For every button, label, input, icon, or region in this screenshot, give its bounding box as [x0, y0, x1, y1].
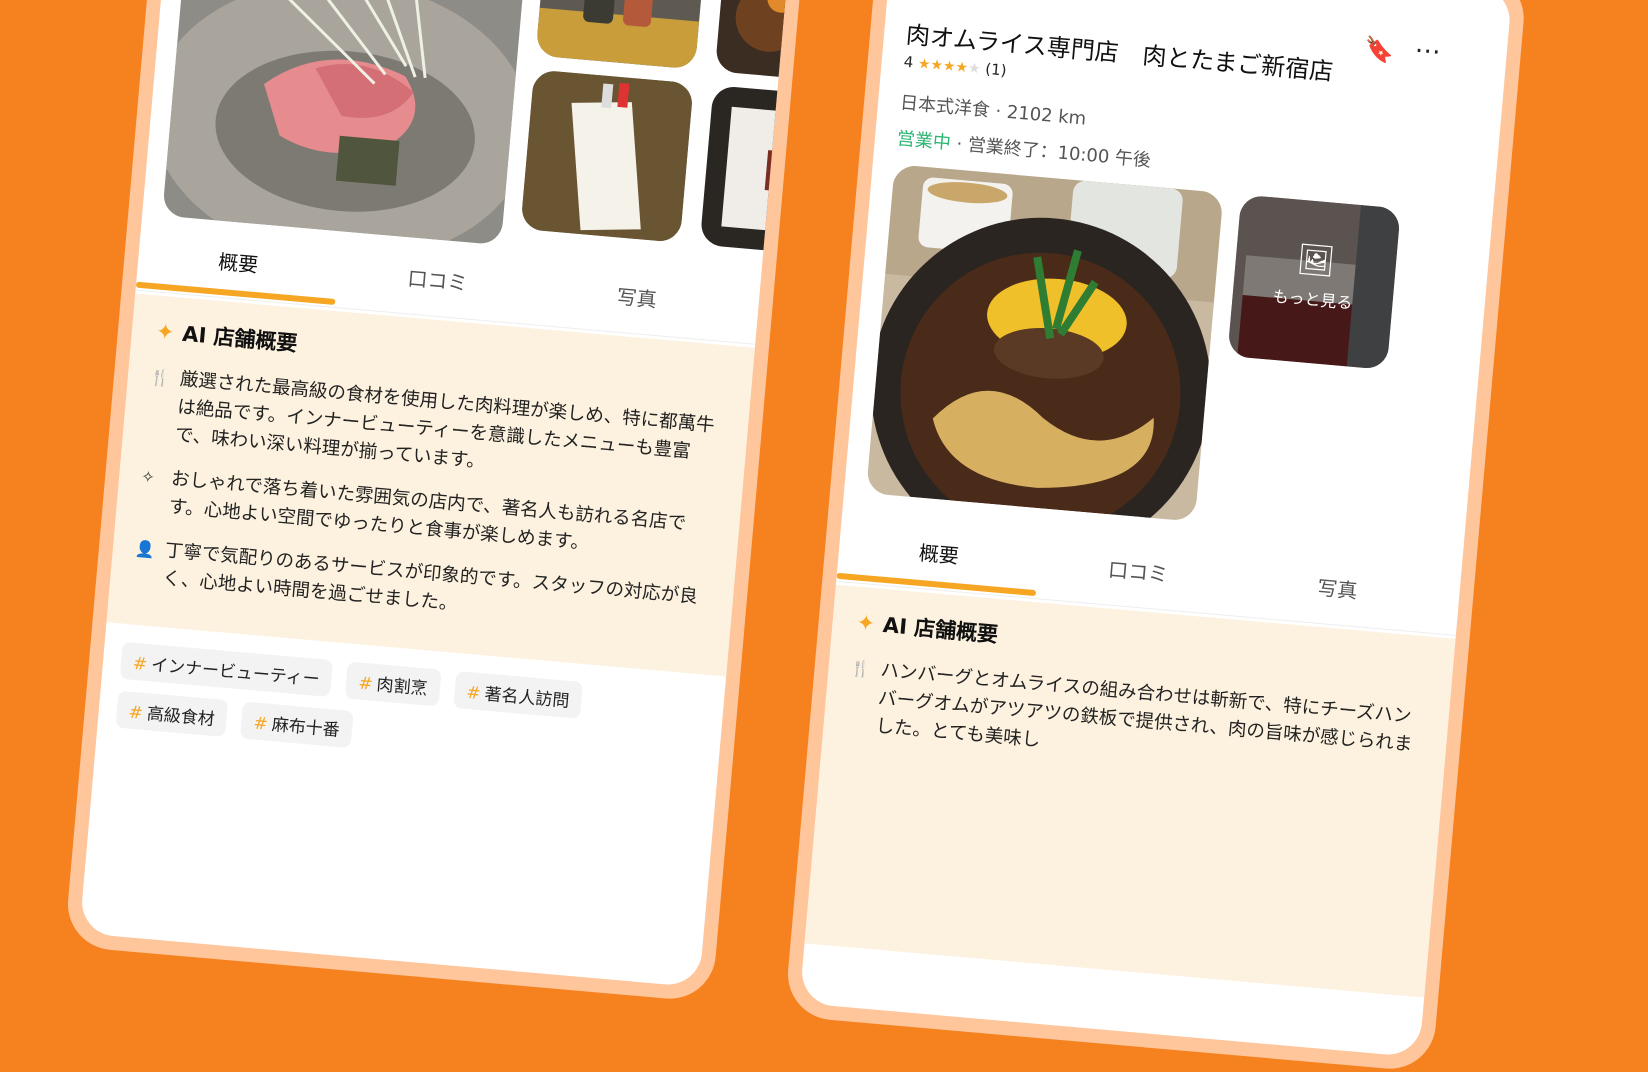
sparkle-outline-icon: ✧: [140, 466, 156, 487]
ai-summary-title: ✦ AI 店舗概要: [155, 316, 299, 358]
hash-icon: #: [127, 702, 144, 724]
tab-reviews-label: 口コミ: [1107, 557, 1170, 587]
tag-label: 麻布十番: [270, 715, 341, 741]
star-empty-icon: ★: [967, 60, 982, 78]
tag-chip[interactable]: # 著名人訪問: [453, 670, 584, 719]
omurice-dish-image: [870, 164, 1224, 522]
ai-summary-title: ✦ AI 店舗概要: [855, 607, 999, 649]
closing-time: · 営業終了：10:00 午後: [949, 133, 1152, 172]
food-photo-bottles[interactable]: [535, 0, 706, 70]
more-photos-label: もっと見る: [1271, 286, 1354, 313]
summary-item-food-text: 厳選された最高級の食材を使用した肉料理が楽しめ、特に都萬牛は絶品です。インナービ…: [174, 368, 716, 473]
rating-value: 4: [902, 52, 915, 72]
food-photo-dessert[interactable]: [714, 0, 793, 80]
right-phone-frame: ⌄ 🔖 ⋯ 肉オムライス専門店 肉とたまご新宿店 4 ★★★★★ (1) 日本式…: [784, 0, 1528, 1072]
food-photo-main[interactable]: [162, 0, 528, 246]
tag-label: インナービューティー: [150, 655, 321, 691]
ai-summary-section: ✦ AI 店舗概要 🍴 ハンバーグとオムライスの組み合わせは斬新で、特にチーズハン…: [804, 584, 1456, 998]
store-main-photo[interactable]: [866, 164, 1224, 522]
cutlery-icon: 🍴: [149, 367, 171, 388]
more-photos-overlay: 🖼 もっと見る: [1227, 194, 1401, 370]
open-status-label: 営業中: [896, 128, 952, 154]
tab-overview[interactable]: 概要: [836, 515, 1042, 597]
cutlery-icon: 🍴: [849, 658, 872, 679]
hash-icon: #: [465, 682, 482, 705]
left-phone-screen: 概要 口コミ 写真 ✦ AI 店舗概要 🍴 厳選された最高級の食材を使用した肉料理…: [79, 0, 793, 988]
tab-reviews[interactable]: 口コミ: [335, 241, 540, 320]
category-distance: 日本式洋食 · 2102 km: [899, 92, 1087, 130]
tab-overview-label: 概要: [217, 249, 260, 278]
tab-overview-label: 概要: [917, 540, 960, 569]
food-photo-menu[interactable]: [520, 69, 694, 243]
person-icon: 👤: [134, 538, 156, 560]
more-photos-thumbnail[interactable]: 🖼 もっと見る: [1227, 194, 1401, 370]
summary-item-food: 🍴 ハンバーグとオムライスの組み合わせは斬新で、特にチーズハンバーグオムがアツア…: [845, 654, 1430, 788]
tag-label: 高級食材: [146, 704, 216, 731]
dessert-image: [735, 0, 793, 52]
sparkle-icon: ✦: [855, 610, 877, 638]
right-phone-screen: ⌄ 🔖 ⋯ 肉オムライス専門店 肉とたまご新宿店 4 ★★★★★ (1) 日本式…: [799, 0, 1513, 1058]
more-options-icon[interactable]: ⋯: [1413, 35, 1442, 67]
wagyu-dish-image: [162, 0, 528, 246]
hash-icon: #: [132, 653, 149, 675]
tab-reviews-label: 口コミ: [406, 266, 469, 296]
ai-summary-section: ✦ AI 店舗概要 🍴 厳選された最高級の食材を使用した肉料理が楽しめ、特に都萬牛…: [106, 293, 755, 677]
hash-icon: #: [252, 713, 269, 735]
bottles-image: [535, 0, 700, 70]
tab-reviews[interactable]: 口コミ: [1036, 532, 1241, 611]
plate-image: [721, 106, 793, 234]
tab-photos[interactable]: 写真: [1235, 550, 1440, 629]
summary-item-food-text: ハンバーグとオムライスの組み合わせは斬新で、特にチーズハンバーグオムがアツアツの…: [874, 659, 1414, 756]
menu-card-image: [520, 69, 694, 243]
tag-chip[interactable]: # 肉割烹: [345, 661, 442, 707]
tab-photos-label: 写真: [615, 284, 658, 312]
sparkle-icon: ✦: [154, 319, 176, 347]
tab-photos-label: 写真: [1316, 575, 1359, 604]
tab-photos[interactable]: 写真: [534, 259, 739, 338]
tag-label: 肉割烹: [375, 675, 429, 700]
left-phone-frame: 概要 口コミ 写真 ✦ AI 店舗概要 🍴 厳選された最高級の食材を使用した肉料理…: [64, 0, 808, 1003]
tag-chip[interactable]: # 高級食材: [115, 690, 229, 738]
rating-count: (1): [984, 59, 1008, 80]
tag-chip[interactable]: # 麻布十番: [240, 701, 354, 748]
hash-icon: #: [357, 673, 374, 695]
tab-overview[interactable]: 概要: [135, 224, 341, 305]
ai-summary-title-text: AI 店舗概要: [881, 612, 1000, 647]
tag-chip[interactable]: # インナービューティー: [119, 641, 334, 698]
open-status: 営業中 · 営業終了：10:00 午後: [896, 124, 1152, 172]
food-photo-plate[interactable]: [699, 85, 793, 254]
bookmark-icon[interactable]: 🔖: [1363, 35, 1395, 65]
tag-label: 著名人訪問: [483, 684, 571, 712]
image-icon: 🖼: [1295, 241, 1337, 280]
ai-summary-title-text: AI 店舗概要: [181, 321, 299, 356]
